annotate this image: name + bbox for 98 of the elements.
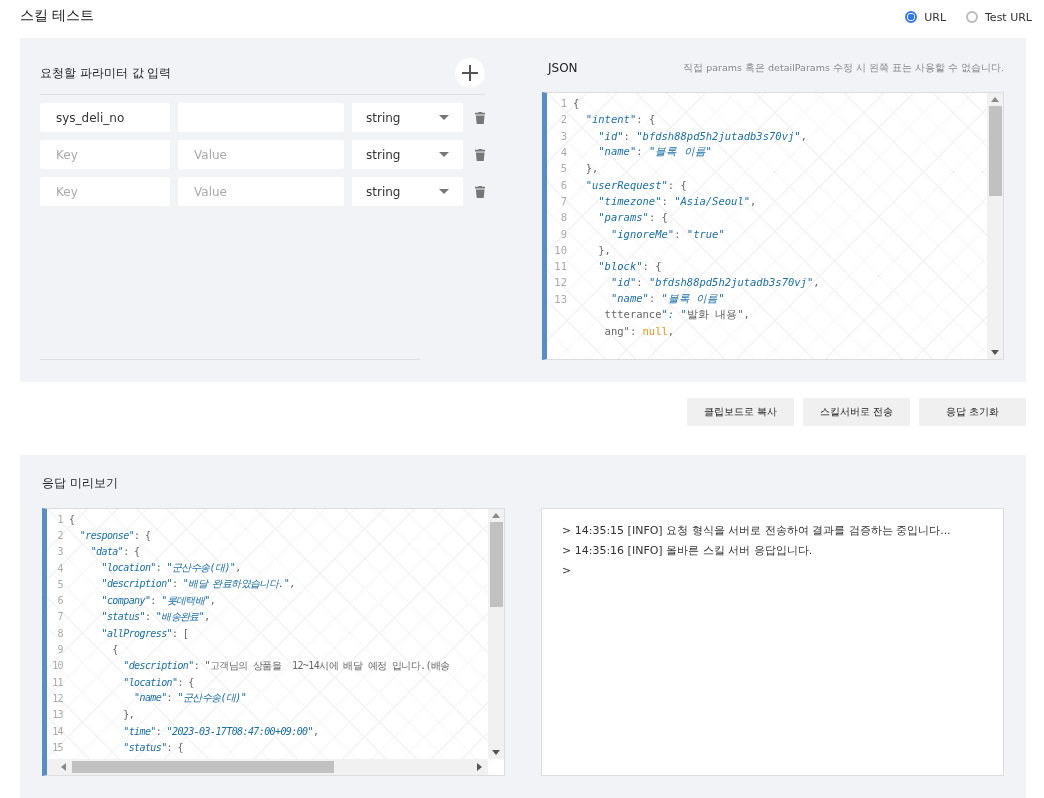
code-line: "ignoreMe": "true"	[609, 227, 725, 240]
line-number: 2	[559, 113, 568, 126]
code-line: },	[597, 243, 611, 256]
line-number: 12	[553, 276, 568, 289]
type-dropdown[interactable]: string	[352, 140, 463, 169]
code-line: "name": "군산수송(대)"	[133, 691, 247, 706]
line-number: 13	[51, 709, 64, 721]
section-title: 응답 미리보기	[42, 475, 119, 491]
value-field[interactable]: Value	[178, 140, 344, 169]
response-editor[interactable]	[42, 508, 505, 776]
code-line: "status": "배송완료",	[100, 609, 210, 624]
line-number: 15	[51, 741, 64, 753]
page-title: 스킬 테스트	[20, 7, 95, 25]
line-number: 3	[56, 546, 64, 558]
scroll-down-icon[interactable]	[492, 750, 500, 755]
caret-icon	[438, 189, 449, 194]
scrollbar[interactable]	[987, 93, 1003, 359]
line-number: 4	[559, 146, 568, 159]
line-number: 3	[559, 129, 568, 142]
code-line: "userRequest": {	[584, 178, 687, 191]
scroll-up-icon[interactable]	[991, 97, 999, 102]
section-title: 요청할 파라미터 값 입력	[40, 64, 172, 82]
json-editor[interactable]	[542, 92, 1004, 360]
code-line: "time": "2023-03-17T08:47:00+09:00",	[122, 725, 319, 737]
line-number: 8	[56, 627, 64, 639]
horizontal-scrollbar[interactable]	[47, 759, 488, 775]
code-line: "timezone": "Asia/Seoul",	[597, 194, 757, 207]
line-number: 8	[559, 211, 568, 224]
url-radio[interactable]: URL	[905, 10, 946, 24]
code-line: "params": {	[597, 211, 668, 224]
code-line: "id": "bfdsh88pd5h2jutadb3s70vj",	[597, 129, 807, 142]
caret-icon	[438, 152, 449, 157]
code-line: "block": {	[597, 260, 662, 273]
line-number: 7	[56, 611, 64, 623]
scrollbar[interactable]	[488, 509, 504, 759]
line-number: 10	[51, 660, 64, 672]
line-number: 9	[56, 644, 64, 655]
code-line: "intent": {	[584, 113, 656, 126]
scroll-left-icon[interactable]	[61, 763, 66, 771]
trash-icon[interactable]	[474, 110, 485, 125]
code-line: "company": "롯데택배",	[100, 593, 216, 608]
line-number: 11	[553, 260, 568, 273]
code-line: ang": null,	[603, 325, 675, 338]
line-number: 1	[56, 513, 64, 525]
code-line: {	[111, 644, 118, 655]
line-number: 10	[553, 243, 568, 256]
code-line: "location": "군산수송(대)",	[100, 561, 241, 576]
line-number: 1	[559, 97, 568, 110]
code-line: "id": "bfdsh88pd5h2jutadb3s70vj",	[609, 276, 820, 289]
code-line: ttterance": "발화 내용",	[603, 308, 750, 322]
line-number: 11	[51, 676, 64, 688]
line-number: 9	[559, 227, 568, 240]
code-line: {	[69, 513, 75, 525]
line-number: 6	[559, 178, 568, 191]
code-line: {	[573, 97, 580, 110]
code-line: "status": {	[122, 741, 183, 753]
line-number: 7	[559, 194, 568, 207]
line-number: 5	[56, 578, 64, 590]
trash-icon[interactable]	[474, 147, 485, 162]
code-line: "name": "블록 이름"	[609, 291, 725, 306]
section-title: JSON	[548, 61, 578, 75]
key-field[interactable]: sys_deli_no	[40, 103, 170, 132]
hint-text: 직접 params 혹은 detailParams 수정 시 왼쪽 표는 사용할 수 없습니다.	[683, 61, 1004, 75]
code-line: "location": {	[122, 676, 194, 688]
code-line: "description": "고객님의 상품을 12~14시에 배달 예정 입니다.(배송	[122, 658, 450, 673]
code-line: },	[122, 709, 135, 721]
code-line: "data": {	[89, 546, 140, 558]
code-line: "name": "블록 이름"	[597, 145, 712, 160]
line-number: 13	[553, 292, 568, 305]
add-button[interactable]	[455, 58, 485, 88]
line-number: 2	[56, 529, 64, 541]
caret-icon	[438, 115, 449, 120]
code-line: "allProgress": [	[100, 627, 189, 639]
scroll-down-icon[interactable]	[991, 350, 999, 355]
scroll-up-icon[interactable]	[492, 513, 500, 518]
value-field[interactable]: Value	[178, 177, 344, 206]
trash-icon[interactable]	[474, 184, 485, 199]
type-dropdown[interactable]: string	[352, 103, 463, 132]
code-line: },	[584, 162, 599, 175]
plus-icon	[462, 65, 478, 81]
type-dropdown[interactable]: string	[352, 177, 463, 206]
url-radio[interactable]: Test URL	[966, 10, 1032, 24]
log-line: > 14:35:15 [INFO] 요청 형식을 서버로 전송하여 결과를 검증하는 중입니다...	[562, 523, 952, 539]
line-number: 12	[51, 692, 64, 704]
code-line: "response": {	[78, 529, 151, 541]
action-button[interactable]: 클립보드로 복사	[687, 398, 794, 426]
log-line: >	[562, 563, 573, 579]
log-line: > 14:35:16 [INFO] 올바른 스킬 서버 응답입니다.	[562, 543, 814, 559]
line-number: 14	[51, 725, 64, 737]
line-number: 4	[56, 562, 64, 574]
code-line: "description": "배달 완료하였습니다.",	[100, 577, 295, 592]
line-number: 5	[559, 162, 568, 175]
line-number: 6	[56, 595, 64, 607]
action-button[interactable]: 응답 초기화	[919, 398, 1026, 426]
scroll-right-icon[interactable]	[477, 763, 482, 771]
key-field[interactable]: Key	[40, 140, 170, 169]
action-button[interactable]: 스킬서버로 전송	[803, 398, 910, 426]
key-field[interactable]: Key	[40, 177, 170, 206]
